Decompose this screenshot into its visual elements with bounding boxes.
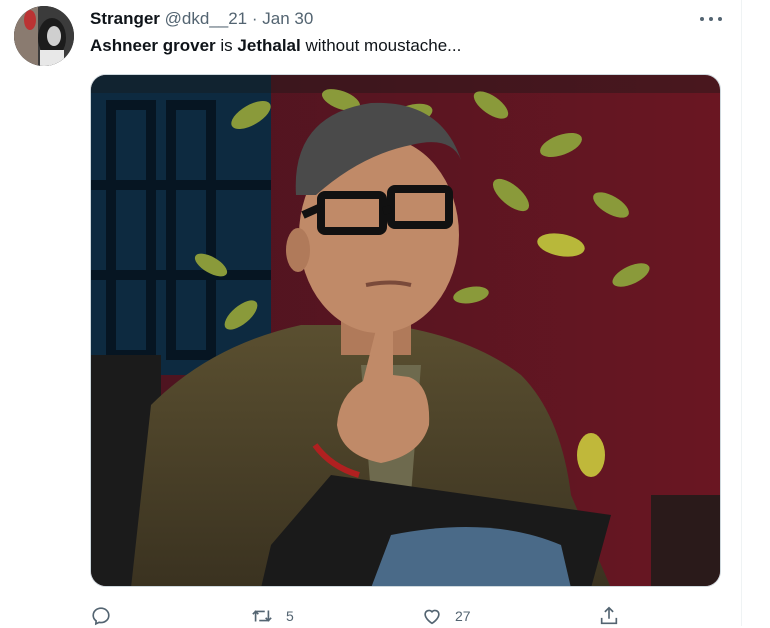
media-illustration	[91, 75, 720, 586]
retweet-icon	[252, 610, 272, 622]
column-divider	[741, 0, 742, 626]
tweet-text: Ashneer grover is Jethalal without moust…	[90, 35, 461, 57]
tweet-text-plain-1: is	[215, 36, 238, 55]
retweet-count: 5	[286, 608, 294, 624]
share-button[interactable]	[598, 604, 632, 628]
reply-icon	[92, 607, 110, 626]
tweet-text-plain-2: without moustache...	[300, 36, 462, 55]
author-name[interactable]: Stranger	[90, 9, 160, 28]
tweet-media-image[interactable]	[90, 74, 721, 587]
avatar[interactable]	[14, 6, 74, 66]
tweet-text-bold-1: Ashneer grover	[90, 36, 216, 55]
tweet-header: Stranger @dkd__21 · Jan 30	[90, 8, 313, 30]
retweet-button[interactable]: 5	[250, 604, 294, 628]
tweet-date[interactable]: Jan 30	[262, 9, 313, 28]
heart-icon	[424, 609, 440, 625]
tweet-action-bar: 5 27	[0, 604, 770, 628]
like-button[interactable]: 27	[421, 604, 471, 628]
reply-button[interactable]	[90, 604, 124, 628]
like-count: 27	[455, 608, 471, 624]
more-options-icon[interactable]	[698, 8, 724, 30]
share-icon	[600, 606, 618, 625]
author-handle[interactable]: @dkd__21	[165, 9, 248, 28]
tweet-text-bold-2: Jethalal	[237, 36, 301, 55]
separator-dot: ·	[251, 9, 258, 28]
